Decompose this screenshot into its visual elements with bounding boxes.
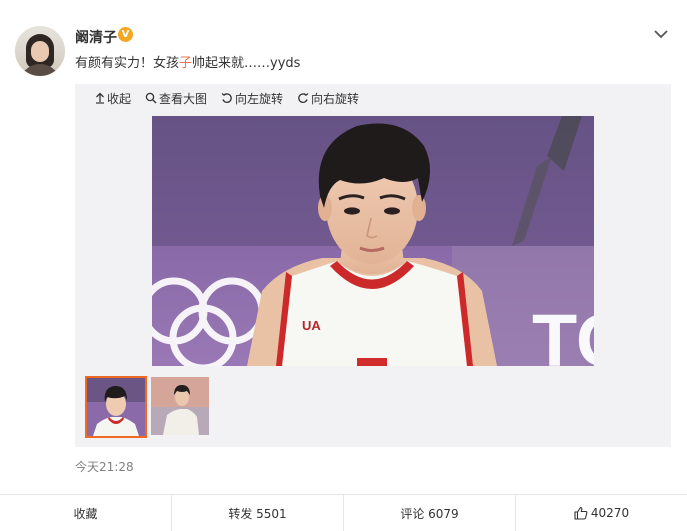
- thumbnail-image: [151, 377, 209, 435]
- repost-button[interactable]: 转发 5501: [172, 495, 344, 531]
- thumbnail-1[interactable]: [85, 376, 147, 438]
- rotate-right-button[interactable]: 向右旋转: [297, 90, 359, 106]
- author-name[interactable]: 阚清子: [75, 27, 117, 47]
- media-toolbar: 收起 查看大图 向左旋转 向右旋转: [95, 90, 373, 106]
- thumbs-up-icon: [574, 506, 588, 520]
- rotate-left-icon: [221, 93, 232, 103]
- author-avatar[interactable]: [15, 26, 65, 76]
- thumbnail-2[interactable]: [151, 377, 209, 435]
- like-button[interactable]: 40270: [516, 495, 687, 531]
- main-photo[interactable]: TO UA: [152, 116, 594, 366]
- highlight-text: 子: [179, 56, 193, 71]
- post-timestamp[interactable]: 今天21:28: [75, 458, 134, 475]
- verified-badge-icon: V: [118, 27, 133, 42]
- athlete-photo-illustration: TO UA: [152, 116, 594, 366]
- rotate-right-icon: [298, 93, 309, 103]
- thumbnail-image: [87, 378, 145, 436]
- search-icon: [145, 92, 157, 104]
- favorite-button[interactable]: 收藏: [0, 495, 172, 531]
- post-text: 有颜有实力！女孩子帅起来就……yyds: [75, 56, 301, 71]
- comment-button[interactable]: 评论 6079: [344, 495, 516, 531]
- jersey-logo: UA: [302, 318, 321, 333]
- action-bar: 收藏 转发 5501 评论 6079 40270: [0, 495, 687, 531]
- view-large-button[interactable]: 查看大图: [145, 90, 207, 106]
- weibo-post-card: 阚清子 V 有颜有实力！女孩子帅起来就……yyds 收起 查看大图 向左旋转 向…: [0, 0, 687, 531]
- chevron-down-icon[interactable]: [653, 28, 669, 40]
- collapse-arrow-icon: [96, 92, 104, 104]
- background-letters: TO: [532, 299, 594, 366]
- collapse-button[interactable]: 收起: [95, 90, 131, 106]
- rotate-left-button[interactable]: 向左旋转: [221, 90, 283, 106]
